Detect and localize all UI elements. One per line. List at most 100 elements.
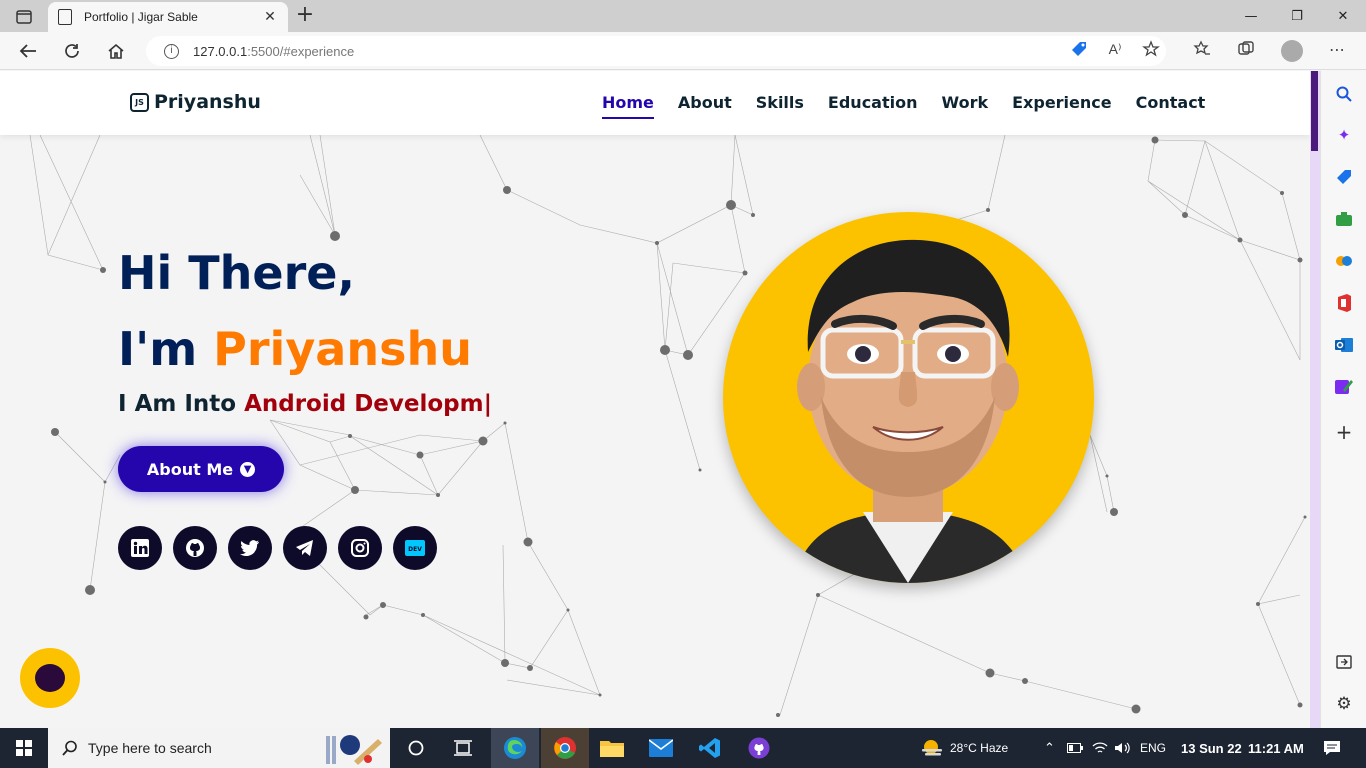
windows-start-icon[interactable] — [9, 734, 39, 762]
favorites-icon[interactable] — [1191, 38, 1213, 60]
twitter-icon[interactable] — [228, 526, 272, 570]
taskbar-search-placeholder: Type here to search — [88, 740, 212, 756]
page-icon — [58, 9, 72, 25]
profile-avatar[interactable] — [1281, 40, 1303, 62]
task-view-circle-icon[interactable] — [401, 734, 431, 762]
clock-time[interactable]: 11:21 AM — [1248, 728, 1304, 768]
tab-title: Portfolio | Jigar Sable — [84, 10, 198, 24]
nav-skills[interactable]: Skills — [756, 93, 804, 119]
nav-education[interactable]: Education — [828, 93, 918, 119]
hero-heading: Hi There, I'm Priyanshu — [118, 235, 472, 387]
add-favorite-icon[interactable] — [1140, 38, 1162, 60]
file-explorer-icon[interactable] — [597, 734, 627, 762]
chat-widget-button[interactable] — [20, 648, 80, 708]
hero-im: I'm — [118, 322, 214, 376]
github-desktop-icon[interactable] — [744, 734, 774, 762]
search-icon[interactable] — [1333, 83, 1355, 105]
shopping-tag-icon[interactable] — [1068, 38, 1090, 60]
page-scrollbar[interactable] — [1310, 71, 1320, 728]
hero-greeting: Hi There, — [118, 246, 355, 300]
edge-sidebar: ✦ + ⚙ — [1320, 71, 1366, 728]
chat-bubble-icon — [35, 664, 65, 692]
nav-experience[interactable]: Experience — [1012, 93, 1112, 119]
clock-date[interactable]: 13 Sun 22 — [1181, 728, 1242, 768]
dev-icon[interactable]: DEV — [393, 526, 437, 570]
wifi-icon[interactable] — [1092, 728, 1108, 768]
social-links: DEV — [118, 526, 448, 570]
battery-icon[interactable] — [1067, 728, 1083, 768]
url-path: :5500/#experience — [247, 43, 355, 59]
nav-home[interactable]: Home — [602, 93, 654, 119]
tab-portfolio[interactable]: Portfolio | Jigar Sable ✕ — [48, 2, 288, 32]
designer-icon[interactable] — [1333, 376, 1355, 398]
taskbar-search[interactable]: Type here to search — [48, 728, 390, 768]
github-icon[interactable] — [173, 526, 217, 570]
nav-contact[interactable]: Contact — [1136, 93, 1206, 119]
url-text: 127.0.0.1:5500/#experience — [193, 44, 354, 59]
logo-badge-icon: JS — [130, 92, 149, 112]
add-sidebar-app-icon[interactable]: + — [1333, 420, 1355, 444]
about-me-button[interactable]: About Me ▼ — [118, 446, 284, 492]
vscode-icon[interactable] — [695, 734, 725, 762]
minimize-button[interactable]: — — [1228, 0, 1274, 32]
hero-name-line: I'm Priyanshu — [118, 311, 472, 387]
more-menu-icon[interactable]: ⋯ — [1326, 38, 1348, 60]
games-icon[interactable] — [1333, 250, 1355, 272]
tab-actions-icon — [16, 10, 32, 24]
back-arrow-icon — [19, 44, 36, 58]
scrollbar-thumb[interactable] — [1311, 71, 1318, 151]
hide-sidebar-icon[interactable] — [1333, 651, 1355, 673]
back-button[interactable] — [13, 37, 43, 65]
tab-strip: Portfolio | Jigar Sable ✕ + — ❐ ✕ — [0, 0, 1366, 32]
hero-name: Priyanshu — [213, 322, 472, 376]
linkedin-icon[interactable] — [118, 526, 162, 570]
chrome-taskbar-icon[interactable] — [541, 728, 589, 768]
nav-about[interactable]: About — [678, 93, 732, 119]
main-nav: Home About Skills Education Work Experie… — [602, 93, 1229, 119]
tools-icon[interactable] — [1333, 208, 1355, 230]
typed-text: I Am Into Android Developm| — [118, 391, 492, 417]
shopping-icon[interactable] — [1333, 166, 1355, 188]
browser-window: Portfolio | Jigar Sable ✕ + — ❐ ✕ i 127.… — [0, 0, 1366, 768]
tray-chevron-icon[interactable]: ⌃ — [1044, 728, 1055, 768]
close-window-button[interactable]: ✕ — [1320, 0, 1366, 32]
home-button[interactable] — [101, 37, 131, 65]
office-icon[interactable] — [1333, 292, 1355, 314]
arrow-down-circle-icon: ▼ — [240, 461, 256, 477]
edge-taskbar-icon[interactable] — [491, 728, 539, 768]
site-logo[interactable]: JS Priyanshu — [130, 91, 261, 113]
instagram-icon[interactable] — [338, 526, 382, 570]
typed-role: Android Developm| — [244, 391, 493, 417]
home-icon — [108, 43, 124, 59]
language-indicator[interactable]: ENG — [1140, 728, 1166, 768]
outlook-icon[interactable] — [1333, 334, 1355, 356]
site-info-icon[interactable]: i — [164, 43, 179, 59]
restore-button[interactable]: ❐ — [1274, 0, 1320, 32]
weather-widget[interactable]: 28°C Haze — [920, 728, 1008, 768]
tab-close-icon[interactable]: ✕ — [262, 9, 278, 25]
collections-icon[interactable] — [1235, 38, 1257, 60]
read-aloud-icon[interactable]: A⁾ — [1104, 38, 1126, 60]
notifications-icon[interactable] — [1323, 728, 1341, 768]
windows-taskbar: Type here to search 28°C Haze ⌃ ENG 13 S… — [0, 728, 1366, 768]
copilot-sparkle-icon[interactable]: ✦ — [1333, 124, 1355, 146]
tab-actions-button[interactable] — [8, 6, 40, 28]
refresh-icon — [65, 44, 79, 58]
logo-text: Priyanshu — [154, 91, 261, 113]
volume-icon[interactable] — [1114, 728, 1130, 768]
profile-avatar-image — [723, 212, 1094, 583]
url-host: 127.0.0.1 — [193, 43, 248, 59]
new-tab-button[interactable]: + — [292, 4, 318, 28]
svg-text:DEV: DEV — [408, 546, 422, 553]
settings-gear-icon[interactable]: ⚙ — [1333, 693, 1355, 715]
nav-work[interactable]: Work — [942, 93, 989, 119]
telegram-icon[interactable] — [283, 526, 327, 570]
refresh-button[interactable] — [57, 37, 87, 65]
mail-icon[interactable] — [646, 734, 676, 762]
task-view-icon[interactable] — [448, 734, 478, 762]
address-bar[interactable]: i 127.0.0.1:5500/#experience — [146, 36, 1166, 66]
typed-prefix: I Am Into — [118, 391, 245, 417]
cricket-doodle-icon — [326, 735, 382, 765]
site-header: JS Priyanshu Home About Skills Education… — [0, 71, 1310, 135]
about-me-label: About Me — [146, 459, 234, 479]
